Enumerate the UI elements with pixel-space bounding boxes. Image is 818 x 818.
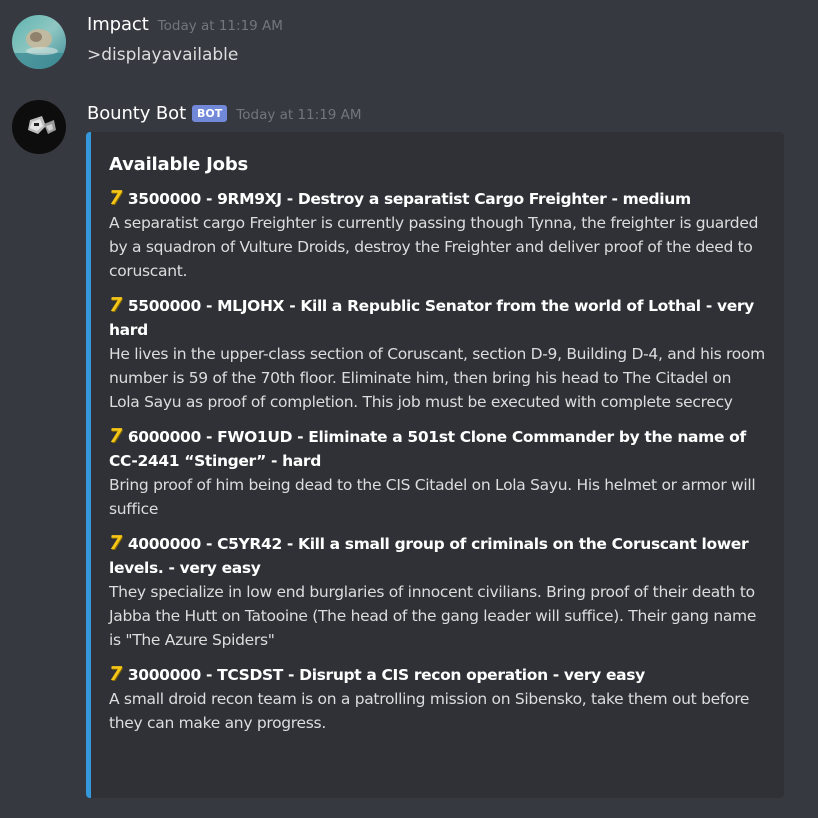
- job-name: 7 4000000 - C5YR42 - Kill a small group o…: [107, 531, 766, 580]
- avatar-image: [12, 15, 66, 69]
- avatar-image: [12, 100, 66, 154]
- job-name-text: 5500000 - MLJOHX - Kill a Republic Senat…: [109, 297, 754, 339]
- job-name-text: 3000000 - TCSDST - Disrupt a CIS recon o…: [127, 666, 645, 684]
- bot-badge: BOT: [192, 105, 228, 122]
- job-name: 7 6000000 - FWO1UD - Eliminate a 501st Cl…: [107, 424, 766, 473]
- job-field: 7 3000000 - TCSDST - Disrupt a CIS recon …: [107, 662, 766, 735]
- yellow-seven-icon: 7: [107, 532, 124, 554]
- message-text: >displayavailable: [87, 45, 239, 65]
- embed-available-jobs: Available Jobs 7 3500000 - 9RM9XJ - Destr…: [86, 132, 784, 798]
- job-name-text: 4000000 - C5YR42 - Kill a small group of…: [109, 535, 749, 577]
- job-name-text: 3500000 - 9RM9XJ - Destroy a separatist …: [127, 190, 691, 208]
- yellow-seven-icon: 7: [107, 425, 124, 447]
- job-field: 7 3500000 - 9RM9XJ - Destroy a separatist…: [107, 186, 766, 283]
- username[interactable]: Bounty Bot: [87, 103, 186, 124]
- job-field: 7 4000000 - C5YR42 - Kill a small group o…: [107, 531, 766, 652]
- timestamp: Today at 11:19 AM: [236, 107, 362, 123]
- job-name: 7 5500000 - MLJOHX - Kill a Republic Sena…: [107, 293, 766, 342]
- user-avatar-impact[interactable]: [12, 15, 66, 69]
- job-description: A small droid recon team is on a patroll…: [109, 690, 750, 732]
- message-header: Impact Today at 11:19 AM: [87, 14, 283, 35]
- yellow-seven-icon: 7: [107, 663, 124, 685]
- job-description: He lives in the upper-class section of C…: [109, 345, 765, 411]
- timestamp: Today at 11:19 AM: [157, 18, 283, 34]
- chat-messages: Impact Today at 11:19 AM >displayavailab…: [0, 0, 818, 818]
- job-description: A separatist cargo Freighter is currentl…: [109, 214, 759, 280]
- job-name-text: 6000000 - FWO1UD - Eliminate a 501st Clo…: [109, 428, 746, 470]
- job-name: 7 3500000 - 9RM9XJ - Destroy a separatist…: [107, 186, 766, 211]
- yellow-seven-icon: 7: [107, 187, 124, 209]
- job-field: 7 6000000 - FWO1UD - Eliminate a 501st Cl…: [107, 424, 766, 521]
- embed-title: Available Jobs: [109, 154, 249, 175]
- job-description: Bring proof of him being dead to the CIS…: [109, 476, 756, 518]
- job-name: 7 3000000 - TCSDST - Disrupt a CIS recon …: [107, 662, 766, 687]
- message-header: Bounty Bot BOT Today at 11:19 AM: [87, 103, 362, 124]
- job-description: They specialize in low end burglaries of…: [109, 583, 757, 649]
- yellow-seven-icon: 7: [107, 294, 124, 316]
- bot-avatar[interactable]: [12, 100, 66, 154]
- job-field: 7 5500000 - MLJOHX - Kill a Republic Sena…: [107, 293, 766, 414]
- username[interactable]: Impact: [87, 14, 149, 35]
